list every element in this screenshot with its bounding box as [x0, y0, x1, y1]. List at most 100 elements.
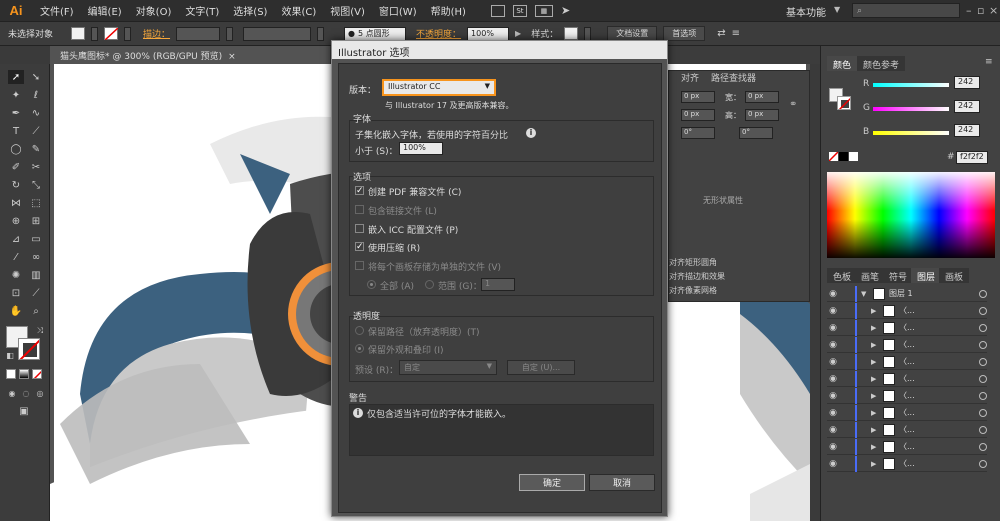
- preserve-paths-radio[interactable]: [355, 326, 364, 335]
- menu-window[interactable]: 窗口(W): [372, 3, 424, 18]
- eye-icon[interactable]: ◉: [827, 289, 839, 299]
- cancel-button[interactable]: 取消: [589, 474, 655, 491]
- layer-row[interactable]: ◉ ▶ 〈...: [827, 421, 987, 438]
- artboard-tool-icon[interactable]: ⊡: [8, 286, 24, 300]
- menu-type[interactable]: 文字(T): [178, 3, 226, 18]
- stroke-label[interactable]: 描边：: [143, 27, 170, 40]
- create-pdf-checkbox[interactable]: ✓: [355, 186, 364, 196]
- chevron-right-icon[interactable]: ▶: [871, 307, 881, 315]
- eye-icon[interactable]: ◉: [827, 425, 839, 435]
- panel-menu-icon[interactable]: ≡: [985, 57, 993, 67]
- default-colors-icon[interactable]: ◧: [2, 348, 18, 362]
- variable-width-field[interactable]: [243, 26, 312, 41]
- bridge-icon[interactable]: [490, 4, 505, 17]
- preferences-button[interactable]: 首选项: [663, 26, 706, 41]
- screen-mode-icon[interactable]: ▣: [16, 404, 32, 418]
- stock-icon[interactable]: St: [512, 4, 527, 17]
- rotate-field[interactable]: 0°: [681, 127, 715, 139]
- sublayer-name[interactable]: 〈...: [899, 322, 915, 333]
- stroke-weight-dropdown[interactable]: [226, 26, 234, 41]
- ellipse-tool-icon[interactable]: ◯: [8, 142, 24, 156]
- tab-swatches[interactable]: 色板: [827, 268, 858, 283]
- custom-button[interactable]: 自定 (U)...: [507, 360, 575, 375]
- sublayer-name[interactable]: 〈...: [899, 339, 915, 350]
- include-linked-checkbox[interactable]: [355, 205, 364, 214]
- zoom-tool-icon[interactable]: ⌕: [28, 304, 44, 318]
- eye-icon[interactable]: ◉: [827, 459, 839, 469]
- target-icon[interactable]: [979, 425, 987, 434]
- align-rect-corners[interactable]: 对齐矩形圆角: [669, 257, 717, 268]
- layer-row[interactable]: ◉ ▶ 〈...: [827, 455, 987, 472]
- search-input[interactable]: ⌕: [852, 3, 960, 18]
- close-icon[interactable]: ×: [989, 4, 998, 17]
- eye-icon[interactable]: ◉: [827, 323, 839, 333]
- save-artboards-checkbox[interactable]: [355, 261, 364, 270]
- x-field[interactable]: 0 px: [681, 91, 715, 103]
- stroke-color-box[interactable]: [18, 338, 40, 360]
- target-icon[interactable]: [979, 374, 987, 383]
- height-field[interactable]: 0 px: [745, 109, 779, 121]
- swap-colors-icon[interactable]: ⤨: [32, 324, 48, 338]
- paintbrush-icon[interactable]: ✎: [28, 142, 44, 156]
- target-icon[interactable]: [979, 340, 987, 349]
- chevron-right-icon[interactable]: ▶: [871, 443, 881, 451]
- magic-wand-icon[interactable]: ✦: [8, 88, 24, 102]
- menu-edit[interactable]: 编辑(E): [81, 3, 129, 18]
- fill-dropdown[interactable]: [91, 26, 99, 41]
- b-value-field[interactable]: 242: [954, 124, 980, 137]
- eye-icon[interactable]: ◉: [827, 442, 839, 452]
- color-spectrum[interactable]: [827, 172, 995, 258]
- draw-inside-icon[interactable]: ◎: [32, 386, 48, 400]
- target-icon[interactable]: [979, 289, 987, 298]
- menu-view[interactable]: 视图(V): [323, 3, 372, 18]
- embed-icc-label[interactable]: 嵌入 ICC 配置文件 (P): [368, 223, 458, 236]
- tab-brushes[interactable]: 画笔: [855, 268, 886, 283]
- sublayer-name[interactable]: 〈...: [899, 424, 915, 435]
- r-slider[interactable]: [873, 83, 949, 87]
- chevron-right-icon[interactable]: ▶: [871, 358, 881, 366]
- use-compression-checkbox[interactable]: ✓: [355, 242, 364, 252]
- g-slider[interactable]: [873, 107, 949, 111]
- menu-effect[interactable]: 效果(C): [274, 3, 323, 18]
- chevron-right-icon[interactable]: ▶: [871, 409, 881, 417]
- minimize-icon[interactable]: –: [966, 4, 972, 17]
- style-swatch[interactable]: [564, 27, 579, 40]
- chevron-right-icon[interactable]: ▶: [871, 324, 881, 332]
- gradient-tool-icon[interactable]: ▭: [28, 232, 44, 246]
- stroke-weight-field[interactable]: [176, 26, 221, 41]
- sublayer-name[interactable]: 〈...: [899, 441, 915, 452]
- slice-tool-icon[interactable]: ⟋: [28, 286, 44, 300]
- target-icon[interactable]: [979, 357, 987, 366]
- arrange-documents-icon[interactable]: ▦: [534, 4, 553, 17]
- document-tab[interactable]: 猫头鹰图标* @ 300% (RGB/GPU 预览) ×: [50, 46, 330, 64]
- layer-row[interactable]: ◉ ▶ 〈...: [827, 336, 987, 353]
- eye-icon[interactable]: ◉: [827, 374, 839, 384]
- opacity-field[interactable]: 100%: [467, 26, 510, 41]
- tab-artboards[interactable]: 画板: [939, 268, 970, 283]
- range-field[interactable]: 1: [481, 278, 515, 291]
- r-value-field[interactable]: 242: [954, 76, 980, 89]
- style-dropdown[interactable]: [584, 26, 592, 41]
- align-stroke-effects[interactable]: 对齐描边和效果: [669, 271, 725, 282]
- use-compression-label[interactable]: 使用压缩 (R): [368, 241, 420, 254]
- width-field[interactable]: 0 px: [745, 91, 779, 103]
- eye-icon[interactable]: ◉: [827, 306, 839, 316]
- panel-menu-icon[interactable]: ≡: [732, 28, 740, 39]
- tab-color[interactable]: 颜色: [827, 56, 858, 71]
- sublayer-name[interactable]: 〈...: [899, 373, 915, 384]
- shape-builder-icon[interactable]: ⊕: [8, 214, 24, 228]
- target-icon[interactable]: [979, 408, 987, 417]
- menu-help[interactable]: 帮助(H): [424, 3, 473, 18]
- pen-tool-icon[interactable]: ✒: [8, 106, 24, 120]
- brush-field[interactable]: ● 5 点圆形: [344, 26, 407, 41]
- free-transform-icon[interactable]: ⬚: [28, 196, 44, 210]
- layer-row[interactable]: ◉ ▶ 〈...: [827, 438, 987, 455]
- info-icon[interactable]: i: [526, 128, 536, 138]
- preserve-appearance-radio[interactable]: [355, 344, 364, 353]
- document-setup-button[interactable]: 文档设置: [607, 26, 658, 41]
- target-icon[interactable]: [979, 323, 987, 332]
- rotate-tool-icon[interactable]: ↻: [8, 178, 24, 192]
- tab-color-guide[interactable]: 颜色参考: [857, 56, 906, 71]
- chevron-right-icon[interactable]: ▶: [871, 392, 881, 400]
- shaper-tool-icon[interactable]: ✐: [8, 160, 24, 174]
